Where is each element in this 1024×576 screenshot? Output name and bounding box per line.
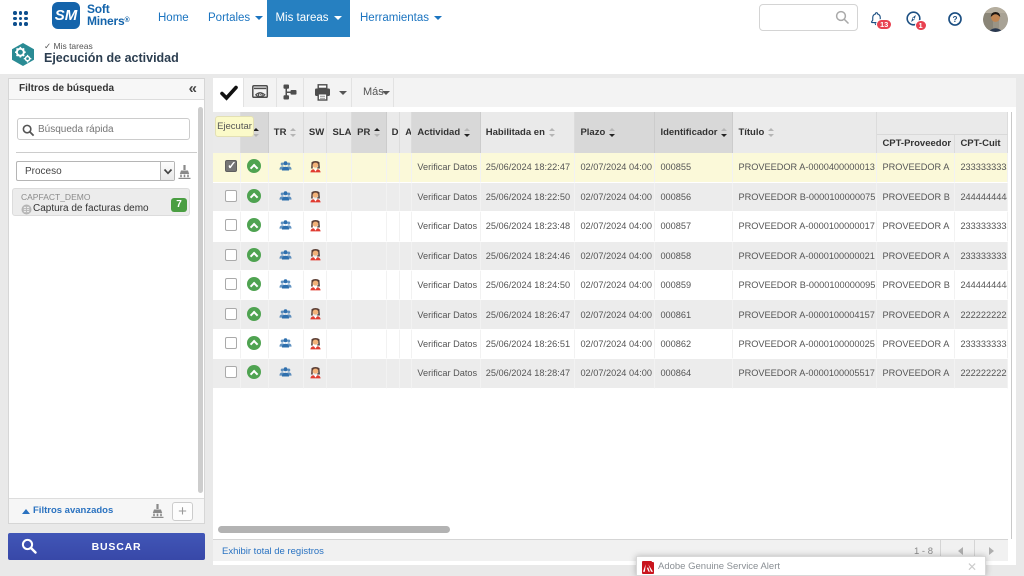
svg-text:?: ? <box>952 15 957 24</box>
